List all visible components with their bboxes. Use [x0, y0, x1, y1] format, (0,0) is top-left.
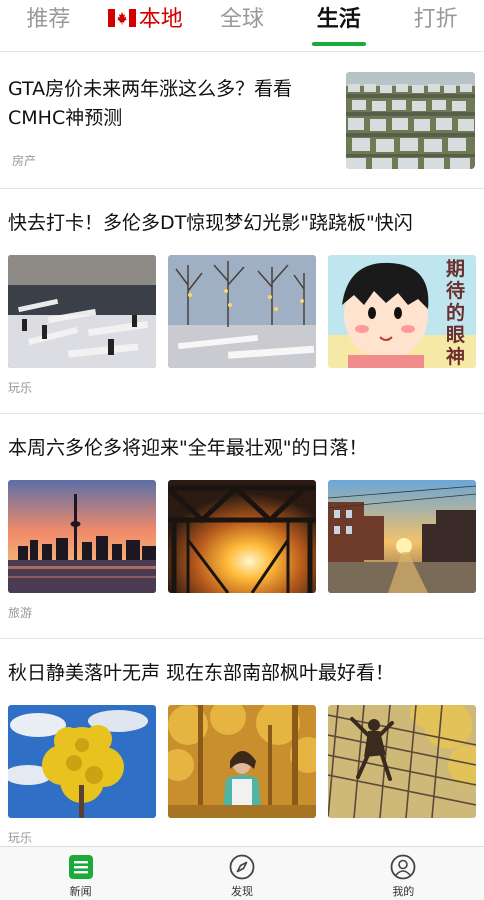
tab-global[interactable]: 全球	[194, 0, 291, 52]
article-images	[8, 480, 476, 593]
tab-life[interactable]: 生活	[290, 0, 387, 52]
article-title: 本周六多伦多将迎来"全年最壮观"的日落！	[8, 437, 368, 459]
nav-label: 发现	[230, 885, 253, 898]
article-image	[8, 705, 156, 818]
nav-label: 新闻	[69, 885, 92, 898]
tab-deals[interactable]: 打折	[387, 0, 484, 52]
article-card[interactable]: 快去打卡！多伦多DT惊现梦幻光影"跷跷板"快闪 期待的眼神 玩乐	[0, 189, 484, 414]
tab-label: 本地	[138, 6, 183, 32]
article-category: 房产	[12, 154, 37, 168]
article-image	[168, 255, 316, 368]
article-card[interactable]: 本周六多伦多将迎来"全年最壮观"的日落！ 旅游	[0, 414, 484, 639]
tab-recommend[interactable]: 推荐	[0, 0, 97, 52]
active-tab-indicator	[311, 41, 366, 46]
article-category: 玩乐	[8, 381, 33, 395]
news-icon	[68, 855, 93, 879]
thumbnail-caption: 期待的眼神	[446, 258, 466, 368]
article-image	[168, 705, 316, 818]
nav-label: 我的	[392, 885, 415, 898]
category-tabs: 推荐 本地 全球 生活 打折	[0, 0, 484, 52]
article-images	[8, 705, 476, 818]
user-icon	[390, 854, 416, 880]
article-images: 期待的眼神	[8, 255, 476, 368]
compass-icon	[229, 854, 255, 880]
article-image	[328, 705, 476, 818]
news-feed: GTA房价未来两年涨这么多？看看CMHC神预测 房产 快去打卡！多伦多DT惊现梦…	[0, 53, 484, 846]
tab-local[interactable]: 本地	[97, 0, 194, 52]
tab-label: 全球	[219, 6, 264, 32]
article-title: 快去打卡！多伦多DT惊现梦幻光影"跷跷板"快闪	[8, 212, 413, 234]
article-image	[328, 480, 476, 593]
article-image	[168, 480, 316, 593]
article-image	[8, 255, 156, 368]
bottom-navigation: 新闻 发现 我的	[0, 846, 484, 900]
article-card[interactable]: 秋日静美落叶无声 现在东部南部枫叶最好看！ 玩乐	[0, 639, 484, 846]
tab-label: 生活	[316, 6, 361, 32]
nav-news[interactable]: 新闻	[0, 847, 161, 900]
article-image	[8, 480, 156, 593]
tab-label: 打折	[413, 6, 458, 32]
article-title: GTA房价未来两年涨这么多？看看CMHC神预测	[8, 78, 293, 129]
tab-label: 推荐	[26, 6, 71, 32]
article-category: 旅游	[8, 606, 33, 620]
nav-profile[interactable]: 我的	[323, 847, 484, 900]
article-image: 期待的眼神	[328, 255, 476, 368]
article-thumbnail	[346, 72, 475, 169]
article-card[interactable]: GTA房价未来两年涨这么多？看看CMHC神预测 房产	[0, 53, 484, 189]
article-category: 玩乐	[8, 831, 33, 845]
canada-flag-icon	[107, 8, 136, 27]
nav-discover[interactable]: 发现	[161, 847, 322, 900]
article-title: 秋日静美落叶无声 现在东部南部枫叶最好看！	[8, 662, 395, 684]
